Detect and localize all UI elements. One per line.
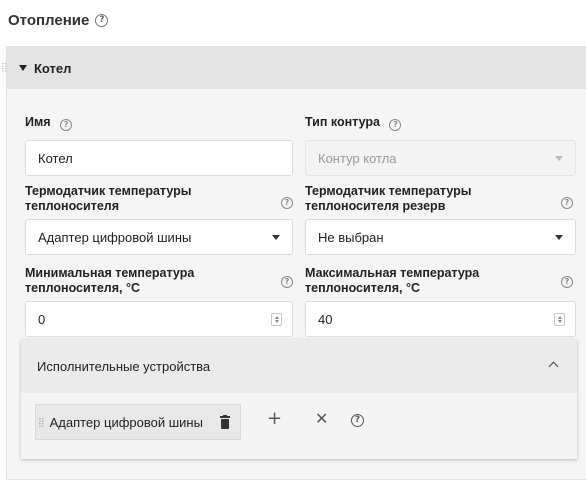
page-title-text: Отопление bbox=[8, 12, 90, 29]
min-temp-input[interactable]: 0 bbox=[25, 301, 293, 337]
name-input[interactable]: Котел bbox=[25, 140, 293, 176]
chevron-down-icon bbox=[555, 235, 563, 240]
sensor-value: Адаптер цифровой шины bbox=[38, 229, 192, 245]
min-temp-label-line1: Минимальная температура bbox=[25, 266, 195, 280]
drag-handle-icon[interactable]: ⣿ bbox=[1, 63, 8, 72]
actuator-item[interactable]: ⣿ Адаптер цифровой шины bbox=[35, 404, 241, 440]
boiler-card: ⣿ Котел Имя ? Тип контура ? Котел Контур… bbox=[1, 46, 586, 480]
help-icon[interactable]: ? bbox=[561, 276, 573, 288]
name-label-text: Имя bbox=[25, 115, 51, 129]
add-icon[interactable]: + bbox=[267, 410, 282, 428]
help-icon[interactable]: ? bbox=[95, 14, 109, 27]
sensor-reserve-select[interactable]: Не выбран bbox=[305, 219, 576, 255]
max-temp-value: 40 bbox=[318, 311, 333, 327]
chevron-down-icon bbox=[555, 156, 563, 161]
sensor-label-line2: теплоносителя bbox=[25, 199, 120, 213]
help-icon[interactable]: ? bbox=[561, 197, 573, 209]
sensor-reserve-label-line1: Термодатчик температуры bbox=[305, 184, 472, 198]
circuit-type-select: Контур котла bbox=[305, 140, 576, 176]
sensor-reserve-label-line2: теплоносителя резерв bbox=[305, 199, 446, 213]
actuators-title: Исполнительные устройства bbox=[37, 358, 211, 374]
help-icon[interactable]: ? bbox=[60, 119, 73, 131]
chevron-up-icon[interactable] bbox=[548, 361, 559, 372]
circuit-type-label: Тип контура ? bbox=[305, 115, 402, 131]
help-icon[interactable]: ? bbox=[281, 276, 293, 288]
circuit-type-value: Контур котла bbox=[318, 150, 397, 166]
page-title: Отопление ? bbox=[8, 12, 109, 29]
trash-icon[interactable] bbox=[220, 415, 230, 434]
max-temp-input[interactable]: 40 bbox=[305, 301, 576, 337]
max-temp-label: Максимальная температура теплоносителя, … bbox=[305, 266, 555, 296]
max-temp-label-line1: Максимальная температура bbox=[305, 266, 480, 280]
sensor-select[interactable]: Адаптер цифровой шины bbox=[25, 219, 293, 255]
actuators-header[interactable]: Исполнительные устройства bbox=[21, 339, 577, 393]
help-icon[interactable]: ? bbox=[281, 197, 293, 209]
min-temp-label-line2: теплоносителя, °C bbox=[25, 281, 140, 295]
sensor-reserve-value: Не выбран bbox=[318, 229, 384, 245]
sensor-reserve-label: Термодатчик температуры теплоносителя ре… bbox=[305, 184, 555, 214]
actuators-body: ⣿ Адаптер цифровой шины + ✕ ? bbox=[21, 393, 577, 459]
drag-handle-icon[interactable]: ⣿ bbox=[38, 417, 45, 428]
actuators-panel: Исполнительные устройства ⣿ Адаптер цифр… bbox=[21, 339, 577, 459]
sensor-label-line1: Термодатчик температуры bbox=[25, 184, 192, 198]
circuit-type-label-text: Тип контура bbox=[305, 115, 380, 129]
name-label: Имя ? bbox=[25, 115, 73, 131]
stepper-icon[interactable] bbox=[554, 313, 565, 326]
stepper-icon[interactable] bbox=[271, 313, 282, 326]
sensor-label: Термодатчик температуры теплоносителя bbox=[25, 184, 275, 214]
card-title: Котел bbox=[34, 60, 72, 76]
help-icon[interactable]: ? bbox=[389, 119, 402, 131]
min-temp-label: Минимальная температура теплоносителя, °… bbox=[25, 266, 275, 296]
caret-down-icon[interactable] bbox=[19, 65, 27, 71]
close-icon[interactable]: ✕ bbox=[315, 410, 328, 428]
boiler-card-header[interactable]: ⣿ Котел bbox=[1, 47, 586, 89]
actuator-item-label: Адаптер цифровой шины bbox=[49, 414, 203, 430]
chevron-down-icon bbox=[272, 235, 280, 240]
max-temp-label-line2: теплоносителя, °C bbox=[305, 281, 420, 295]
min-temp-value: 0 bbox=[38, 311, 46, 327]
help-icon[interactable]: ? bbox=[351, 414, 364, 427]
